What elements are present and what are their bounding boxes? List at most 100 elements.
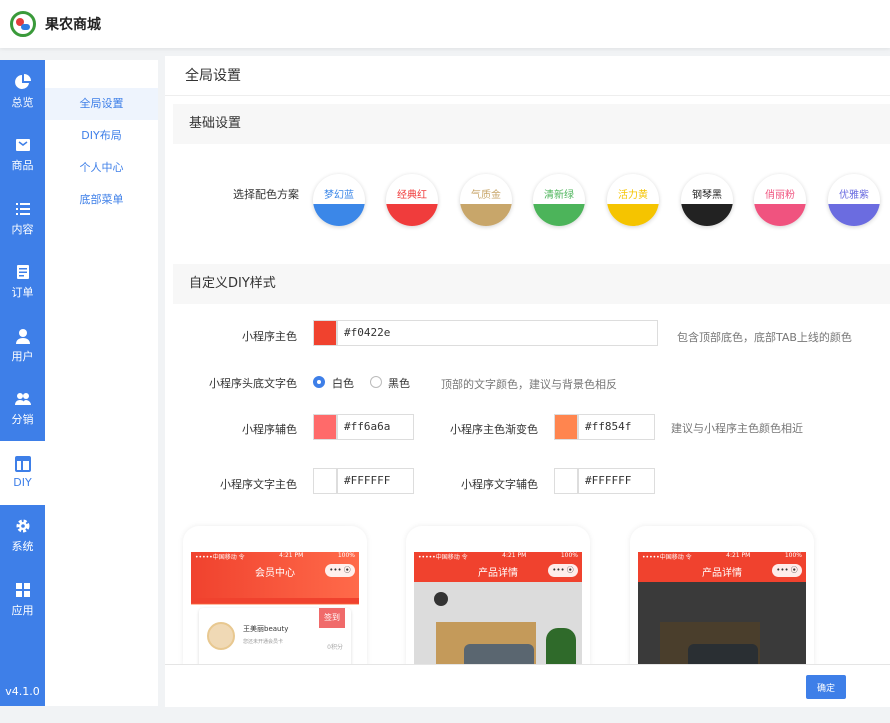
preview-capsule: ••• ⦿ (325, 564, 355, 577)
scheme-swatch-fill (681, 204, 733, 226)
scheme-swatch-gold[interactable]: 气质金 (460, 174, 512, 226)
main-color-input[interactable]: #f0422e (337, 320, 658, 346)
preview-capsule: ••• ⦿ (772, 564, 802, 577)
preview-product-detail-dark: •••••中国移动 令 4:21 PM 100% 产品详情 ••• ⦿ (630, 526, 814, 666)
aux-color-label: 小程序辅色 (242, 423, 297, 436)
preview-member-center: •••••中国移动 令 4:21 PM 100% 会员中心 ••• ⦿ 王美丽bea… (183, 526, 367, 666)
room-pillows (464, 644, 534, 666)
preview-user-card: 王美丽beauty 您还未开通会员卡 签到 0积分 (199, 608, 351, 666)
sidebar-item-orders[interactable]: 订单 (0, 251, 45, 315)
room-lamp (434, 592, 448, 606)
footer-bar: 确定 (165, 664, 890, 706)
preview-user-sub: 您还未开通会员卡 (243, 639, 284, 645)
room-plant (546, 628, 576, 666)
scheme-swatch-black[interactable]: 钢琴黑 (681, 174, 733, 226)
text-main-color-input[interactable]: #FFFFFF (337, 468, 414, 494)
text-aux-color-label: 小程序文字辅色 (461, 478, 538, 491)
preview-user-name: 王美丽beauty (243, 625, 289, 633)
scheme-swatch-fill (607, 204, 659, 226)
color-scheme-label: 选择配色方案 (233, 188, 299, 201)
gradient-color-hint: 建议与小程序主色颜色相近 (671, 422, 803, 435)
sidebar-item-users[interactable]: 用户 (0, 314, 45, 378)
main-panel: 全局设置 基础设置 选择配色方案 梦幻蓝 经典红 气质金 清新绿 活力黄 钢琴黑… (165, 56, 890, 707)
status-time: 4:21 PM (726, 552, 751, 559)
section-custom-diy: 自定义DIY样式 (173, 264, 890, 304)
preview-points: 0积分 (327, 644, 343, 651)
radio-black-label: 黑色 (388, 377, 410, 390)
preview-signin-badge: 签到 (319, 608, 345, 628)
status-carrier: •••••中国移动 令 (195, 554, 245, 561)
text-aux-color-swatch[interactable] (554, 468, 578, 494)
scheme-swatch-fill (313, 204, 365, 226)
preview-status-bar: •••••中国移动 令 4:21 PM 100% (414, 552, 582, 562)
radio-white[interactable] (313, 376, 325, 388)
sidebar-item-goods[interactable]: 商品 (0, 124, 45, 188)
sidebar-item-label: 分销 (11, 413, 34, 427)
scheme-swatch-label: 钢琴黑 (692, 190, 722, 201)
scheme-swatch-label: 梦幻蓝 (324, 190, 354, 201)
preview-product-image (414, 582, 582, 666)
status-carrier: •••••中国移动 令 (418, 554, 468, 561)
sidebar-item-content[interactable]: 内容 (0, 187, 45, 251)
confirm-button[interactable]: 确定 (806, 675, 846, 699)
scheme-swatch-fill (828, 204, 880, 226)
main-color-label: 小程序主色 (242, 330, 297, 343)
scheme-swatch-label: 气质金 (471, 190, 501, 201)
brand-logo-icon (10, 11, 36, 37)
scheme-swatch-fill (533, 204, 585, 226)
pie-chart-icon (14, 73, 31, 89)
subnav-item-bottom-menu[interactable]: 底部菜单 (45, 184, 158, 216)
layout-icon (14, 456, 31, 473)
scheme-swatch-yellow[interactable]: 活力黄 (607, 174, 659, 226)
gradient-color-swatch[interactable] (554, 414, 578, 440)
header-text-color-label: 小程序头底文字色 (209, 377, 297, 390)
sidebar-item-label: 应用 (11, 603, 34, 617)
main-sidebar: 总览 商品 内容 订单 用户 分销 DIY 系统 应用 v4.1.0 (0, 60, 45, 706)
sidebar-item-label: 订单 (11, 286, 34, 300)
scheme-swatch-green[interactable]: 清新绿 (533, 174, 585, 226)
scheme-swatch-purple[interactable]: 优雅紫 (828, 174, 880, 226)
scheme-swatch-label: 经典红 (397, 190, 427, 201)
avatar (207, 622, 235, 650)
document-icon (16, 265, 29, 280)
sub-nav: 全局设置 DIY布局 个人中心 底部菜单 (45, 60, 158, 706)
scheme-swatch-fill (386, 204, 438, 226)
gradient-color-input[interactable]: #ff854f (578, 414, 655, 440)
sidebar-item-label: 内容 (11, 222, 34, 236)
top-bar: 果农商城 (0, 0, 890, 48)
text-main-color-swatch[interactable] (313, 468, 337, 494)
scheme-swatch-label: 清新绿 (544, 190, 574, 201)
sidebar-item-system[interactable]: 系统 (0, 505, 45, 569)
radio-black[interactable] (370, 376, 382, 388)
brand-name: 果农商城 (45, 17, 101, 33)
preview-capsule: ••• ⦿ (548, 564, 578, 577)
gradient-color-label: 小程序主色渐变色 (450, 423, 538, 436)
preview-status-bar: •••••中国移动 令 4:21 PM 100% (191, 552, 359, 562)
status-time: 4:21 PM (279, 552, 304, 559)
aux-color-input[interactable]: #ff6a6a (337, 414, 414, 440)
sidebar-item-label: 系统 (11, 540, 34, 554)
scheme-swatch-pink[interactable]: 俏丽粉 (754, 174, 806, 226)
main-color-swatch[interactable] (313, 320, 337, 346)
sidebar-item-distribution[interactable]: 分销 (0, 378, 45, 442)
subnav-item-diy-layout[interactable]: DIY布局 (45, 120, 158, 152)
sidebar-item-diy[interactable]: DIY (0, 441, 45, 505)
sidebar-item-apps[interactable]: 应用 (0, 568, 45, 632)
preview-product-image (638, 582, 806, 666)
status-battery: 100% (337, 552, 355, 559)
aux-color-swatch[interactable] (313, 414, 337, 440)
text-aux-color-input[interactable]: #FFFFFF (578, 468, 655, 494)
radio-white-label: 白色 (332, 377, 354, 390)
sidebar-item-overview[interactable]: 总览 (0, 60, 45, 124)
sidebar-item-label: DIY (13, 476, 32, 490)
scheme-swatch-fill (460, 204, 512, 226)
status-carrier: •••••中国移动 令 (642, 554, 692, 561)
scheme-swatch-label: 活力黄 (618, 190, 648, 201)
subnav-item-global-settings[interactable]: 全局设置 (45, 88, 158, 120)
scheme-swatch-label: 俏丽粉 (765, 190, 795, 201)
subnav-item-personal-center[interactable]: 个人中心 (45, 152, 158, 184)
scheme-swatch-blue[interactable]: 梦幻蓝 (313, 174, 365, 226)
sidebar-item-label: 总览 (11, 95, 34, 109)
scheme-swatch-red[interactable]: 经典红 (386, 174, 438, 226)
sidebar-item-label: 商品 (11, 159, 34, 173)
